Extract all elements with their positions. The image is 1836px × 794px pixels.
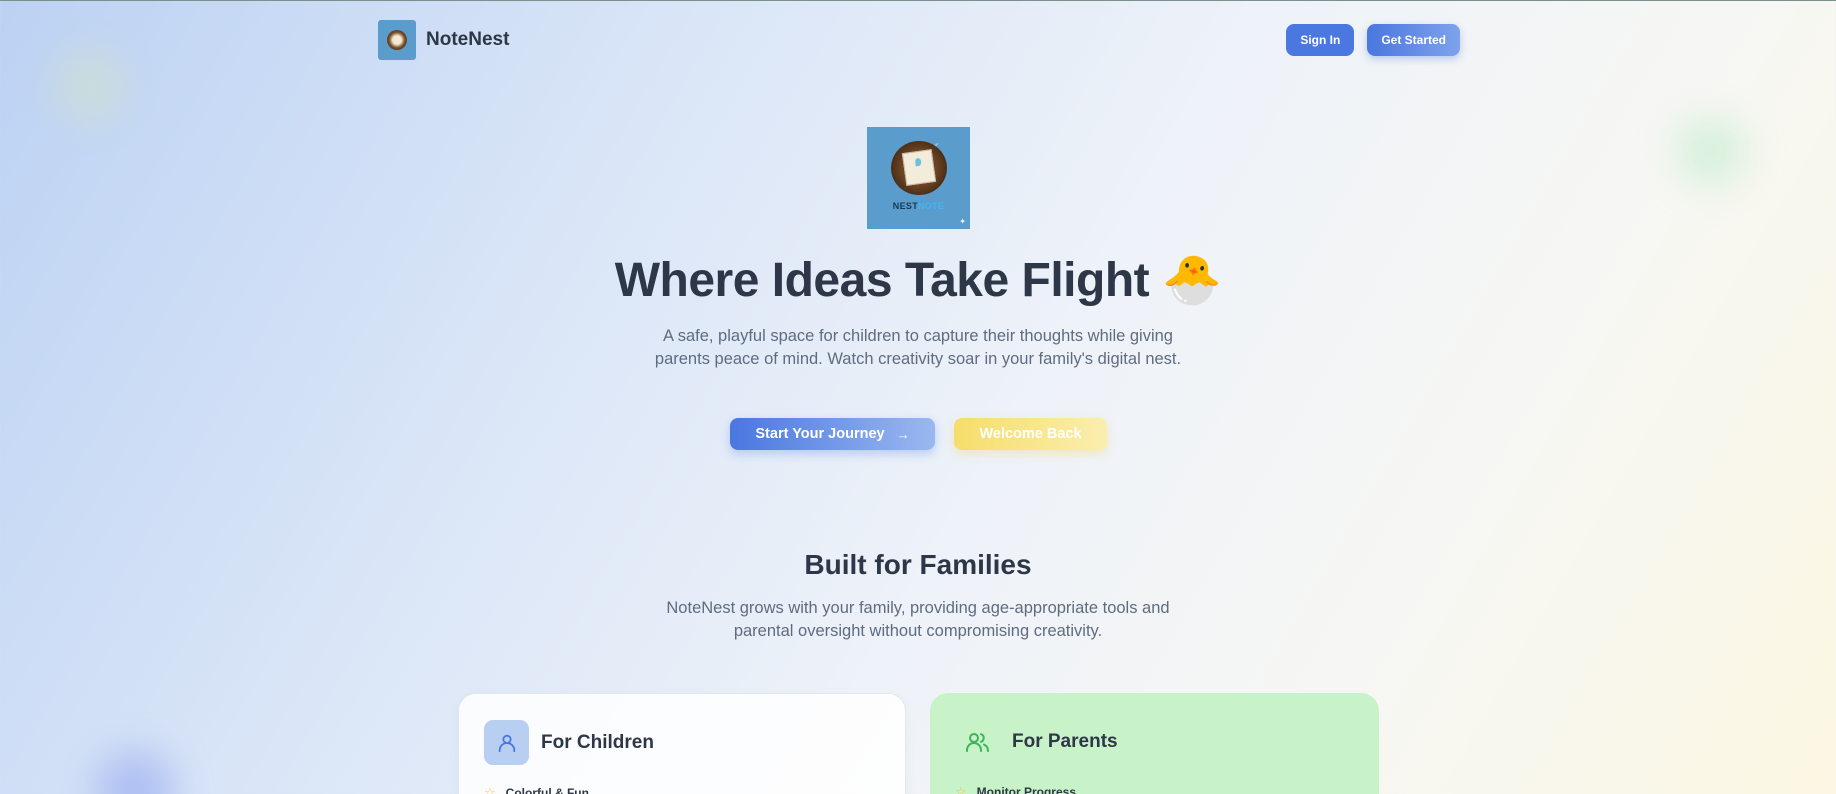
start-journey-button[interactable]: Start Your Journey → [730,418,935,450]
hero-logo: ☾ NESTNOTE ✦ [867,127,970,229]
card-header: For Children [484,720,880,765]
brand[interactable]: NoteNest [378,20,509,60]
background-blob [55,51,125,121]
get-started-button[interactable]: Get Started [1367,24,1460,56]
hero-actions: Start Your Journey → Welcome Back [730,418,1107,450]
card-header: For Parents [955,719,1354,764]
header-actions: Sign In Get Started [1286,24,1460,56]
start-journey-label: Start Your Journey [755,426,885,442]
background-blob [95,751,175,794]
brand-name: NoteNest [426,29,510,50]
site-header: NoteNest Sign In Get Started [378,20,1460,60]
arrow-right-icon: → [896,426,910,442]
list-item-label: Colorful & Fun [505,786,589,794]
card-title: For Parents [1012,730,1118,752]
list-item-label: Monitor Progress [976,785,1077,794]
note-icon [901,149,936,186]
brand-logo [378,20,416,60]
families-subtitle: NoteNest grows with your family, providi… [666,599,1170,640]
logo-text-note: NOTE [918,201,945,211]
nest-icon [387,30,407,50]
list-item: ☆ Monitor Progress [955,784,1354,794]
list-item: ☆ Colorful & Fun [484,785,880,794]
background-blob [1676,116,1746,186]
sparkle-icon: ✦ [959,217,966,226]
logo-text-nest: NEST [892,201,918,211]
welcome-back-button[interactable]: Welcome Back [954,418,1107,450]
users-icon [955,719,1000,764]
card-title: For Children [541,731,654,753]
nest-icon [890,141,947,195]
star-icon: ☆ [955,784,967,794]
star-icon: ☆ [484,785,496,794]
families-title: Built for Families [804,549,1032,580]
hero-subtitle: A safe, playful space for children to ca… [654,327,1182,368]
sign-in-button[interactable]: Sign In [1286,24,1355,56]
children-card: For Children ☆ Colorful & Fun [458,693,906,794]
parents-card: For Parents ☆ Monitor Progress [930,693,1379,794]
hero-logo-text: NESTNOTE [893,201,944,211]
hero-title: Where Ideas Take Flight 🐣 [614,254,1222,307]
user-icon [484,720,529,765]
